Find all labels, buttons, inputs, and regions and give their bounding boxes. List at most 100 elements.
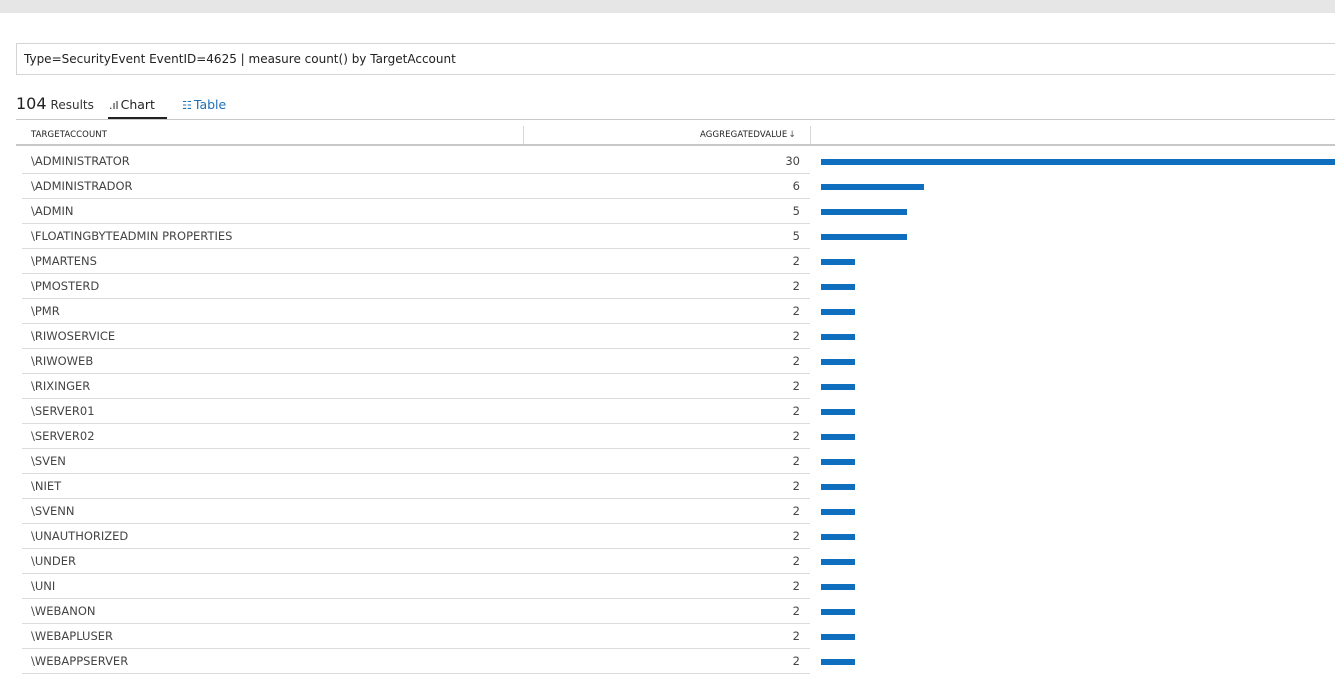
cell-targetaccount: \WEBANON — [31, 604, 96, 618]
table-row[interactable]: \PMOSTERD 2 — [0, 274, 1335, 299]
cell-targetaccount: \PMARTENS — [31, 254, 97, 268]
cell-aggregatedvalue: 2 — [792, 454, 800, 468]
table-row[interactable]: \FLOATINGBYTEADMIN PROPERTIES 5 — [0, 224, 1335, 249]
cell-aggregatedvalue: 2 — [792, 379, 800, 393]
cell-targetaccount: \SERVER01 — [31, 404, 95, 418]
cell-aggregatedvalue: 2 — [792, 304, 800, 318]
table-row[interactable]: \RIWOWEB 2 — [0, 349, 1335, 374]
column-header-aggregatedvalue-label: AGGREGATEDVALUE — [700, 130, 788, 140]
cell-targetaccount: \SVENN — [31, 504, 75, 518]
cell-aggregatedvalue: 2 — [792, 329, 800, 343]
table-row[interactable]: \WEBANON 2 — [0, 599, 1335, 624]
column-header-targetaccount[interactable]: TARGETACCOUNT — [31, 124, 107, 146]
cell-targetaccount: \NIET — [31, 479, 62, 493]
table-row[interactable]: \RIXINGER 2 — [0, 374, 1335, 399]
table-row[interactable]: \UNAUTHORIZED 2 — [0, 524, 1335, 549]
results-divider — [16, 119, 1335, 120]
cell-aggregatedvalue: 30 — [785, 154, 800, 168]
query-input[interactable]: Type=SecurityEvent EventID=4625 | measur… — [16, 43, 1335, 75]
value-bar — [821, 434, 855, 440]
top-bar — [0, 0, 1335, 13]
table-row[interactable]: \SVEN 2 — [0, 449, 1335, 474]
cell-targetaccount: \FLOATINGBYTEADMIN PROPERTIES — [31, 229, 233, 243]
cell-aggregatedvalue: 2 — [792, 654, 800, 668]
value-bar — [821, 484, 855, 490]
value-bar — [821, 609, 855, 615]
cell-targetaccount: \WEBAPPSERVER — [31, 654, 129, 668]
results-count: 104 Results — [16, 94, 94, 113]
cell-aggregatedvalue: 2 — [792, 604, 800, 618]
cell-targetaccount: \PMOSTERD — [31, 279, 100, 293]
value-bar — [821, 209, 907, 215]
table-row[interactable]: \ADMIN 5 — [0, 199, 1335, 224]
cell-aggregatedvalue: 2 — [792, 354, 800, 368]
cell-targetaccount: \UNI — [31, 579, 56, 593]
cell-targetaccount: \PMR — [31, 304, 60, 318]
cell-targetaccount: \SERVER02 — [31, 429, 95, 443]
tab-chart[interactable]: .ıl Chart — [108, 97, 167, 119]
value-bar — [821, 659, 855, 665]
value-bar — [821, 234, 907, 240]
cell-aggregatedvalue: 2 — [792, 554, 800, 568]
table-row[interactable]: \WEBAPPSERVER 2 — [0, 649, 1335, 674]
cell-aggregatedvalue: 5 — [792, 229, 800, 243]
table-row[interactable]: \PMR 2 — [0, 299, 1335, 324]
cell-aggregatedvalue: 2 — [792, 429, 800, 443]
table-row[interactable]: \UNDER 2 — [0, 549, 1335, 574]
results-count-label: Results — [50, 98, 94, 112]
table-list-icon: ☷ — [182, 99, 192, 112]
value-bar — [821, 309, 855, 315]
value-bar — [821, 284, 855, 290]
table-row[interactable]: \UNI 2 — [0, 574, 1335, 599]
value-bar — [821, 509, 855, 515]
value-bar — [821, 334, 855, 340]
cell-targetaccount: \SVEN — [31, 454, 66, 468]
tab-chart-label: Chart — [120, 97, 155, 112]
results-count-number: 104 — [16, 94, 47, 113]
table-row[interactable]: \SERVER01 2 — [0, 399, 1335, 424]
cell-targetaccount: \RIXINGER — [31, 379, 91, 393]
bar-chart-icon: .ıl — [109, 99, 119, 112]
cell-targetaccount: \RIWOSERVICE — [31, 329, 116, 343]
table-header: TARGETACCOUNT AGGREGATEDVALUE↓ — [16, 124, 1335, 146]
cell-aggregatedvalue: 2 — [792, 504, 800, 518]
table-row[interactable]: \RIWOSERVICE 2 — [0, 324, 1335, 349]
value-bar — [821, 634, 855, 640]
cell-targetaccount: \ADMIN — [31, 204, 74, 218]
cell-aggregatedvalue: 2 — [792, 529, 800, 543]
cell-targetaccount: \ADMINISTRATOR — [31, 154, 130, 168]
value-bar — [821, 459, 855, 465]
value-bar — [821, 534, 855, 540]
sort-down-arrow-icon: ↓ — [788, 130, 796, 140]
results-bar: 104 Results .ıl Chart ☷ Table — [16, 92, 1335, 120]
value-bar — [821, 184, 924, 190]
column-divider[interactable] — [523, 126, 524, 144]
value-bar — [821, 559, 855, 565]
cell-aggregatedvalue: 2 — [792, 254, 800, 268]
cell-targetaccount: \RIWOWEB — [31, 354, 94, 368]
value-bar — [821, 584, 855, 590]
table-row[interactable]: \WEBAPLUSER 2 — [0, 624, 1335, 649]
table-row[interactable]: \SERVER02 2 — [0, 424, 1335, 449]
value-bar — [821, 409, 855, 415]
cell-aggregatedvalue: 2 — [792, 629, 800, 643]
cell-aggregatedvalue: 2 — [792, 404, 800, 418]
value-bar — [821, 259, 855, 265]
table-row[interactable]: \NIET 2 — [0, 474, 1335, 499]
value-bar — [821, 359, 855, 365]
cell-targetaccount: \UNAUTHORIZED — [31, 529, 129, 543]
value-bar — [821, 384, 855, 390]
table-row[interactable]: \ADMINISTRATOR 30 — [0, 149, 1335, 174]
column-divider[interactable] — [810, 126, 811, 144]
tab-table[interactable]: ☷ Table — [182, 97, 226, 119]
cell-aggregatedvalue: 6 — [792, 179, 800, 193]
cell-targetaccount: \ADMINISTRADOR — [31, 179, 133, 193]
tab-table-label: Table — [193, 97, 227, 112]
column-header-aggregatedvalue[interactable]: AGGREGATEDVALUE↓ — [616, 124, 796, 146]
cell-aggregatedvalue: 2 — [792, 479, 800, 493]
table-row[interactable]: \SVENN 2 — [0, 499, 1335, 524]
cell-targetaccount: \WEBAPLUSER — [31, 629, 114, 643]
cell-aggregatedvalue: 2 — [792, 279, 800, 293]
table-row[interactable]: \ADMINISTRADOR 6 — [0, 174, 1335, 199]
table-row[interactable]: \PMARTENS 2 — [0, 249, 1335, 274]
